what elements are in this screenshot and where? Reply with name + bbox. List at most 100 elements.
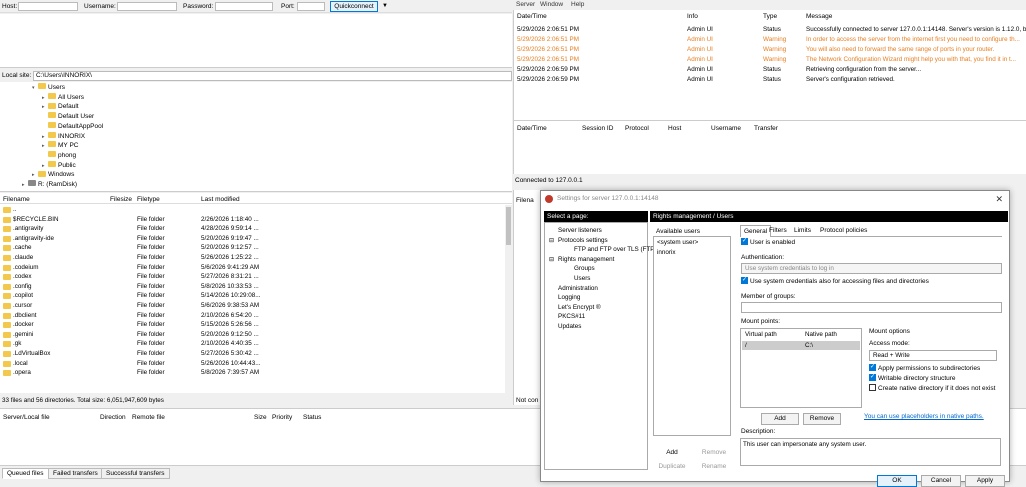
tab-limits[interactable]: Limits [791,225,814,237]
table-row[interactable]: .gk File folder 2/10/2026 4:40:35 ... [0,339,505,349]
table-row[interactable]: .cursor File folder 5/6/2026 9:38:53 AM [0,301,505,311]
table-row[interactable]: .. [0,205,505,215]
page-item[interactable]: ⊟ Protocols settings [549,236,608,246]
col-status[interactable]: Status [303,414,321,421]
collapse-icon[interactable]: ⊟ [549,237,558,247]
apply-button[interactable]: Apply [965,475,1005,487]
table-row[interactable]: .opera File folder 5/8/2026 7:39:57 AM [0,368,505,378]
sess-col-host[interactable]: Host [668,125,681,132]
mount-remove-button[interactable]: Remove [803,413,841,425]
table-row[interactable]: .local File folder 5/26/2026 10:44:43... [0,359,505,369]
cancel-button[interactable]: Cancel [921,475,961,487]
col-last-modified[interactable]: Last modified [201,196,240,203]
chevron-down-icon[interactable]: ▼ [380,1,390,12]
page-item[interactable]: Users [565,274,590,284]
log-col-type[interactable]: Type [763,13,777,20]
col-filetype[interactable]: Filetype [137,196,160,203]
add-user-button[interactable]: Add [653,448,691,459]
page-item[interactable]: Updates [549,322,581,332]
table-row[interactable]: .dbclient File folder 2/10/2026 6:54:20 ..… [0,311,505,321]
authentication-select[interactable]: Use system credentials to log in [741,263,1002,274]
sess-col-transfer[interactable]: Transfer [754,125,778,132]
table-row[interactable]: .antigravity-ide File folder 5/20/2026 9:1… [0,234,505,244]
description-textarea[interactable]: This user can impersonate any system use… [740,438,1001,466]
table-row[interactable]: .LdVirtualBox File folder 5/27/2026 5:30:4… [0,349,505,359]
tree-item[interactable]: ▸ All Users [42,92,84,102]
page-item[interactable]: FTP and FTP over TLS (FTPS) [565,245,661,255]
password-input[interactable] [215,2,273,11]
col-filesize[interactable]: Filesize [110,196,132,203]
col-filename[interactable]: Filename [3,196,30,203]
use-system-credentials-checkbox[interactable]: ✓ Use system credentials also for accessi… [741,277,929,285]
col-priority[interactable]: Priority [272,414,292,421]
sess-col-session-id[interactable]: Session ID [582,125,613,132]
username-input[interactable] [117,2,177,11]
tree-item[interactable]: ▾ Users [32,83,65,92]
log-row[interactable]: 5/29/2026 2:06:59 PM Admin UI Status Retrie… [514,65,1026,75]
page-item[interactable]: ⊟ Rights management [549,255,614,265]
table-row[interactable]: .cache File folder 5/20/2026 9:12:57 ... [0,243,505,253]
placeholders-link[interactable]: You can use placeholders in native paths… [864,413,984,420]
collapse-icon[interactable]: ⊟ [549,256,558,266]
duplicate-user-button[interactable]: Duplicate [653,462,691,473]
scrollbar-thumb[interactable] [506,207,511,245]
col-native-path[interactable]: Native path [805,331,837,338]
page-item[interactable]: Server listeners [549,226,602,236]
col-virtual-path[interactable]: Virtual path [745,331,777,338]
col-direction[interactable]: Direction [100,414,126,421]
apply-permissions-checkbox[interactable]: ✓ Apply permissions to subdirectories [869,364,980,372]
create-native-dir-checkbox[interactable]: Create native directory if it does not e… [869,384,995,392]
col-size[interactable]: Size [254,414,267,421]
tree-item[interactable]: ▸ Windows [32,170,74,179]
tab-successful-transfers[interactable]: Successful transfers [101,468,170,479]
page-item[interactable]: Logging [549,293,580,303]
log-row[interactable]: 5/29/2026 2:06:59 PM Admin UI Status Server… [514,75,1026,85]
page-item[interactable]: Groups [565,264,595,274]
sess-col-date[interactable]: Date/Time [517,125,547,132]
menu-help[interactable]: Help [571,1,584,8]
page-item[interactable]: Administration [549,284,598,294]
list-item-innorix[interactable]: innorix [654,247,730,257]
writable-directory-checkbox[interactable]: ✓ Writable directory structure [869,374,956,382]
user-enabled-checkbox[interactable]: ✓ User is enabled [741,238,795,246]
table-row[interactable]: .copilot File folder 5/14/2026 10:29:08... [0,291,505,301]
table-row[interactable]: .codex File folder 5/27/2026 8:31:21 ... [0,272,505,282]
tab-queued-files[interactable]: Queued files [2,468,49,479]
page-item[interactable]: PKCS#11 [549,312,585,322]
tab-filters[interactable]: Filters [766,225,790,237]
table-row[interactable]: .docker File folder 5/15/2026 5:26:56 ... [0,320,505,330]
local-site-path-input[interactable]: C:\Users\INNORIX\ [33,71,512,81]
log-row[interactable]: 5/29/2026 2:06:51 PM Admin UI Warning In or… [514,35,1026,45]
table-row[interactable]: / C:\ [742,341,860,350]
tree-item[interactable]: ▸ MY PC [42,141,78,150]
file-list-scrollbar[interactable] [505,205,512,393]
port-input[interactable] [297,2,325,11]
sess-col-protocol[interactable]: Protocol [625,125,649,132]
table-row[interactable]: .config File folder 5/8/2026 10:33:53 ... [0,282,505,292]
mount-add-button[interactable]: Add [761,413,799,425]
log-row[interactable]: 5/29/2026 2:06:51 PM Admin UI Warning The N… [514,55,1026,65]
col-server-local-file[interactable]: Server/Local file [3,414,50,421]
log-row[interactable]: 5/29/2026 2:06:51 PM Admin UI Status Succes… [514,25,1026,35]
rename-user-button[interactable]: Rename [695,462,733,473]
log-col-info[interactable]: Info [687,13,698,20]
tree-item[interactable]: ▸ INNORIX [42,131,85,141]
menu-server[interactable]: Server [516,1,535,8]
col-remote-file[interactable]: Remote file [132,414,165,421]
page-item[interactable]: Let's Encrypt ® [549,303,601,313]
tree-item[interactable]: phong [42,151,76,160]
host-input[interactable] [18,2,78,11]
table-row[interactable]: .claude File folder 5/26/2026 1:25:22 ... [0,253,505,263]
menu-window[interactable]: Window [540,1,563,8]
tree-item[interactable]: ▸ R: (RamDisk) [22,180,77,189]
remove-user-button[interactable]: Remove [695,448,733,459]
log-col-message[interactable]: Message [806,13,832,20]
close-icon[interactable]: ✕ [995,194,1003,205]
log-col-date[interactable]: Date/Time [517,13,547,20]
tree-item[interactable]: ▸ Default [42,102,79,111]
tree-item[interactable]: Default User [42,112,94,121]
tree-item[interactable]: ▸ Public [42,160,76,170]
log-row[interactable]: 5/29/2026 2:06:51 PM Admin UI Warning You w… [514,45,1026,55]
table-row[interactable]: .antigravity File folder 4/28/2026 9:59:14… [0,224,505,234]
quickconnect-button[interactable]: Quickconnect [330,1,378,12]
